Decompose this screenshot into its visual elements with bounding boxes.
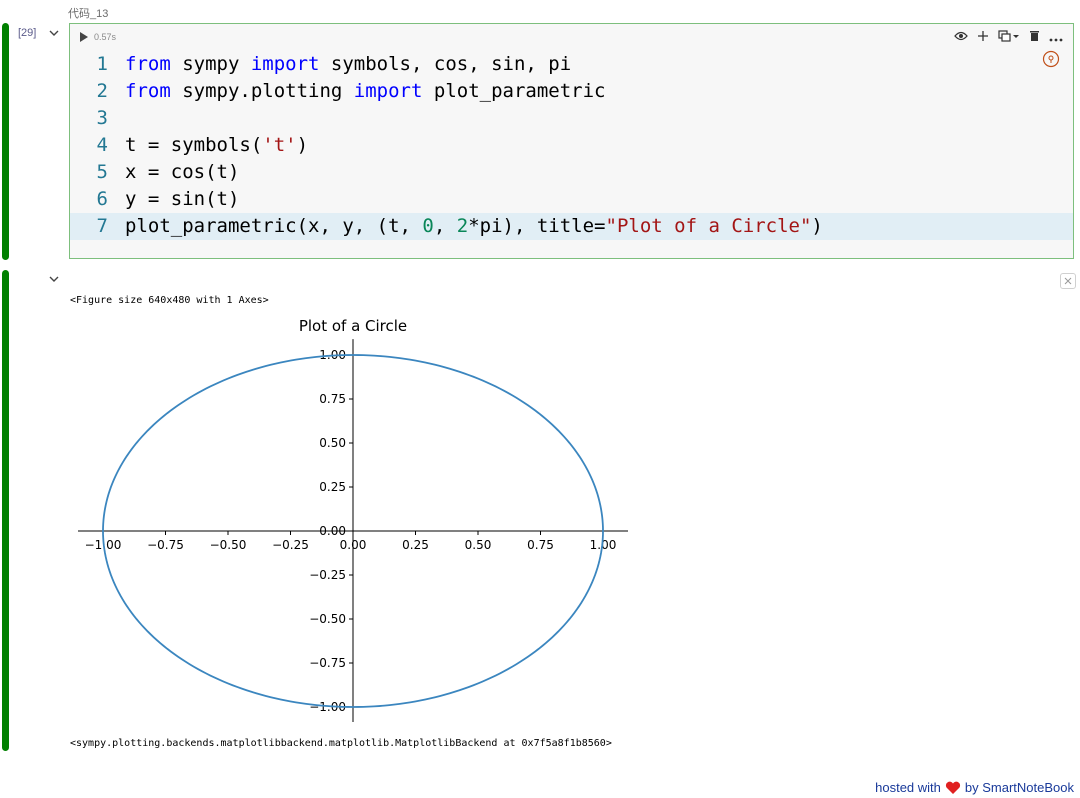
line-number: 2 — [96, 80, 108, 102]
x-tick-label: 0.00 — [340, 538, 367, 552]
code-token: y = sin(t) — [125, 188, 240, 210]
line-number: 3 — [96, 107, 108, 129]
line-number: 7 — [96, 215, 108, 237]
trash-icon[interactable] — [1029, 29, 1040, 47]
code-token: , — [433, 215, 457, 237]
code-token: 2 — [456, 215, 469, 237]
code-token: import — [250, 53, 320, 75]
code-line[interactable]: 4 t = symbols('t') — [70, 132, 1073, 159]
y-tick-label: 0.00 — [319, 524, 346, 538]
code-token: symbols, cos, sin, pi — [319, 53, 572, 75]
x-tick-label: −0.25 — [272, 538, 309, 552]
code-token: ) — [811, 215, 823, 237]
plus-icon[interactable] — [977, 29, 989, 47]
code-line[interactable]: 6 y = sin(t) — [70, 186, 1073, 213]
output-options-icon[interactable] — [1060, 273, 1076, 289]
x-tick-label: −0.50 — [210, 538, 247, 552]
x-tick-label: 0.25 — [402, 538, 429, 552]
code-line[interactable]: 1 from sympy import symbols, cos, sin, pi — [70, 51, 1073, 78]
y-tick-label: 0.50 — [319, 436, 346, 450]
code-line[interactable]: 3 — [70, 105, 1073, 132]
backend-repr-output: <sympy.plotting.backends.matplotlibbacke… — [70, 738, 612, 749]
execution-count: [29] — [18, 27, 37, 39]
x-tick-label: 0.75 — [527, 538, 554, 552]
line-number: 6 — [96, 188, 108, 210]
line-number: 1 — [96, 53, 108, 75]
x-tick-label: 0.50 — [465, 538, 492, 552]
collapse-code-chevron-icon[interactable] — [48, 27, 60, 39]
code-line[interactable]: 7 plot_parametric(x, y, (t, 0, 2 *pi), tit… — [70, 213, 1073, 240]
code-editor[interactable]: 1 from sympy import symbols, cos, sin, pi… — [70, 51, 1073, 240]
y-tick-label: 0.75 — [319, 392, 346, 406]
code-token: x = cos(t) — [125, 161, 240, 183]
circle-chart: Plot of a Circle −1.00 −0.75 −0.50 −0.25 0.0… — [78, 317, 628, 722]
chart-title: Plot of a Circle — [299, 317, 407, 335]
line-number: 5 — [96, 161, 108, 183]
code-token: "Plot of a Circle" — [605, 215, 812, 237]
code-line[interactable]: 2 from sympy.plotting import plot_paramet… — [70, 78, 1073, 105]
code-token: import — [353, 80, 423, 102]
run-status: 0.57s — [80, 32, 116, 42]
y-tick-label: −0.25 — [309, 568, 346, 582]
collapse-output-chevron-icon[interactable] — [48, 273, 60, 285]
split-cell-icon[interactable] — [998, 29, 1020, 47]
output-cell-bar[interactable] — [2, 270, 9, 751]
code-cell-bar[interactable] — [2, 23, 9, 260]
code-token: from — [125, 80, 171, 102]
more-icon[interactable] — [1049, 29, 1063, 47]
run-button-icon[interactable] — [80, 32, 88, 42]
eye-icon[interactable] — [954, 29, 968, 47]
code-token: plot_parametric — [422, 80, 606, 102]
x-tick-label: −0.75 — [147, 538, 184, 552]
hosted-with-text: hosted with — [875, 780, 941, 795]
code-token: sympy.plotting — [170, 80, 354, 102]
code-token: sympy — [170, 53, 251, 75]
line-number: 4 — [96, 134, 108, 156]
code-token: from — [125, 53, 171, 75]
heart-icon — [945, 781, 960, 794]
by-smartnotebook-link[interactable]: by SmartNoteBook — [965, 780, 1074, 795]
figure-size-output: <Figure size 640x480 with 1 Axes> — [70, 295, 269, 306]
code-token: 't' — [262, 134, 297, 156]
code-token: plot_parametric(x, y, (t, — [125, 215, 423, 237]
code-cell[interactable]: 0.57s 1 from sympy import symbols, cos, s… — [69, 23, 1074, 259]
y-tick-label: −0.50 — [309, 612, 346, 626]
code-token: ) — [296, 134, 309, 156]
code-line[interactable]: 5 x = cos(t) — [70, 159, 1073, 186]
y-tick-label: 0.25 — [319, 480, 346, 494]
footer: hosted with by SmartNoteBook — [875, 780, 1074, 795]
cell-toolbar — [954, 29, 1063, 47]
code-token: t = symbols( — [125, 134, 263, 156]
y-tick-label: −0.75 — [309, 656, 346, 670]
code-token: *pi), title= — [468, 215, 606, 237]
code-token: 0 — [422, 215, 434, 237]
cell-label: 代码_13 — [68, 8, 109, 20]
run-time: 0.57s — [94, 32, 117, 42]
